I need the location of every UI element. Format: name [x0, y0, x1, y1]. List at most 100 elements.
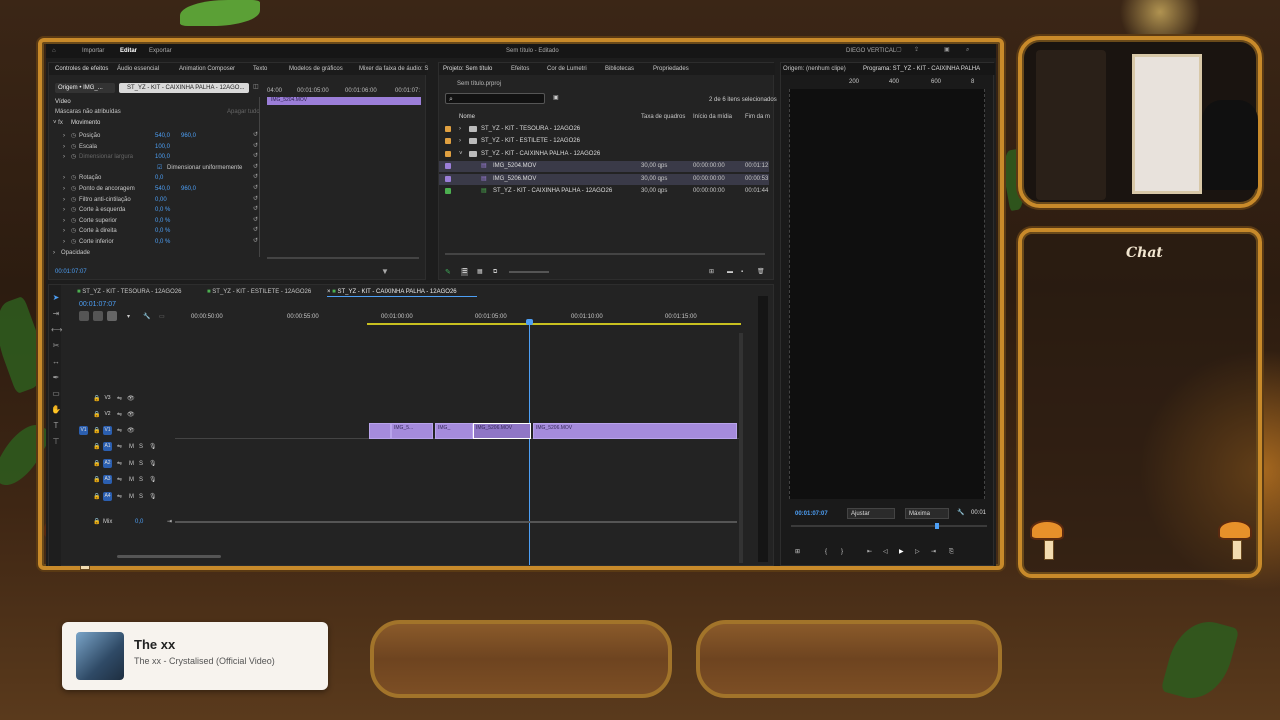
property-value[interactable]: 0,0 % — [155, 218, 170, 224]
lock-icon[interactable]: 🔒 — [93, 412, 100, 418]
expand-opacity-icon[interactable]: › — [53, 250, 55, 256]
label-color-swatch[interactable] — [445, 126, 451, 132]
lock-icon[interactable]: 🔒 — [93, 494, 100, 500]
project-item-clip[interactable]: ▤ IMG_5206.MOV 30,00 qps 00:00:00:00 00:00:5… — [439, 173, 769, 185]
property-value[interactable]: 540,0 — [155, 133, 170, 139]
disclosure-icon[interactable]: › — [459, 126, 461, 132]
search-icon[interactable]: ⌕ — [966, 47, 969, 53]
eye-icon[interactable]: 👁 — [127, 396, 135, 402]
track-name[interactable]: V2 — [103, 410, 112, 419]
reset-icon[interactable]: ↺ — [253, 196, 258, 202]
caption-tool-icon[interactable]: ⊤ — [51, 437, 61, 447]
slip-tool-icon[interactable]: ↔ — [51, 357, 61, 367]
solo-icon[interactable]: S — [139, 494, 143, 500]
hand-tool-icon[interactable]: ✋ — [51, 405, 61, 415]
expand-icon[interactable]: › — [63, 186, 65, 192]
mic-icon[interactable]: 🎙 — [149, 477, 157, 483]
fit-dropdown[interactable]: Ajustar — [847, 508, 895, 519]
sync-lock-icon[interactable]: ⇋ — [117, 477, 122, 483]
menu-importar[interactable]: Importar — [82, 48, 104, 54]
mute-icon[interactable]: M — [129, 477, 134, 483]
property-value[interactable]: 0,0 % — [155, 207, 170, 213]
stopwatch-icon[interactable]: ◷ — [71, 144, 76, 150]
stopwatch-icon[interactable]: ◷ — [71, 154, 76, 160]
label-color-swatch[interactable] — [445, 150, 451, 157]
col-fps[interactable]: Taxa de quadros — [641, 114, 685, 120]
settings-icon[interactable]: 🔧 — [143, 314, 150, 320]
effect-opacidade[interactable]: Opacidade — [61, 250, 90, 256]
reset-icon[interactable]: ↺ — [253, 185, 258, 191]
stopwatch-icon[interactable]: ◷ — [71, 228, 76, 234]
effect-clip-bar[interactable]: IMG_5204.MOV — [267, 97, 421, 105]
track-name[interactable]: A2 — [103, 458, 112, 468]
project-scrollbar[interactable] — [445, 253, 765, 255]
mic-icon[interactable]: 🎙 — [149, 461, 157, 467]
reset-icon[interactable]: ↺ — [253, 227, 258, 233]
expand-icon[interactable]: › — [63, 154, 65, 160]
mute-icon[interactable]: M — [129, 494, 134, 500]
sync-lock-icon[interactable]: ⇋ — [117, 444, 122, 450]
sync-lock-icon[interactable]: ⇋ — [117, 428, 122, 434]
effects-timecode[interactable]: 00:01:07:07 — [55, 269, 87, 275]
stopwatch-icon[interactable]: ◷ — [71, 186, 76, 192]
expand-icon[interactable]: › — [63, 133, 65, 139]
pen-tool-icon[interactable]: ✒ — [51, 373, 61, 383]
timeline-clip[interactable]: IMG_ — [435, 423, 473, 439]
stopwatch-icon[interactable]: ◷ — [71, 218, 76, 224]
stopwatch-icon[interactable]: ◷ — [71, 175, 76, 181]
tab-essential-audio[interactable]: Áudio essencial — [117, 66, 159, 72]
lock-icon[interactable]: 🔒 — [93, 461, 100, 467]
reset-icon[interactable]: ↺ — [253, 164, 258, 170]
stopwatch-icon[interactable]: ◷ — [71, 133, 76, 139]
track-name[interactable]: A3 — [103, 475, 112, 484]
mark-in-icon[interactable]: { — [825, 549, 827, 555]
mini-scrollbar[interactable] — [267, 257, 419, 259]
source-patch-v1[interactable]: V1 — [79, 426, 88, 435]
sync-lock-icon[interactable]: ⇋ — [117, 461, 122, 467]
sync-lock-icon[interactable]: ⇋ — [117, 412, 122, 418]
trash-icon[interactable]: 🗑 — [757, 269, 765, 275]
new-bin-icon[interactable]: ▣ — [553, 95, 559, 101]
stopwatch-icon[interactable]: ◷ — [71, 207, 76, 213]
playhead-marker[interactable] — [935, 523, 939, 529]
tab-text[interactable]: Texto — [253, 66, 267, 72]
solo-icon[interactable]: S — [139, 444, 143, 450]
track-name[interactable]: V3 — [103, 394, 112, 403]
tab-animation-composer[interactable]: Animation Composer — [179, 66, 235, 72]
reset-icon[interactable]: ↺ — [253, 132, 258, 138]
program-video-canvas[interactable] — [789, 89, 985, 499]
reset-icon[interactable]: ↺ — [253, 206, 258, 212]
step-forward-icon[interactable]: ▷ — [915, 549, 920, 555]
clear-all-button[interactable]: Apagar tudo — [227, 109, 260, 115]
timeline-clip[interactable] — [369, 423, 391, 439]
tab-seq-tesoura[interactable]: ■ ST_YZ - KIT - TESOURA - 12AGO26 — [77, 289, 181, 295]
rectangle-tool-icon[interactable]: ▭ — [51, 389, 61, 399]
disclosure-icon[interactable]: ˅ — [459, 151, 463, 157]
project-item-folder[interactable]: ˅ ST_YZ - KIT - CAIXINHA PALHA - 12AGO26 — [439, 149, 769, 160]
tab-seq-estilete[interactable]: ■ ST_YZ - KIT - ESTILETE - 12AGO26 — [207, 289, 311, 295]
lock-icon[interactable]: 🔒 — [93, 444, 100, 450]
bin-icon[interactable]: ▬ — [727, 269, 733, 275]
expand-icon[interactable]: › — [63, 175, 65, 181]
project-item-folder[interactable]: › ST_YZ - KIT - ESTILETE - 12AGO26 — [439, 136, 769, 147]
tab-audio-mixer[interactable]: Mixer da faixa de áudio: S — [359, 66, 428, 72]
mic-icon[interactable]: 🎙 — [149, 444, 157, 450]
track-name[interactable]: V1 — [103, 426, 112, 435]
razor-tool-icon[interactable]: ✂ — [51, 341, 61, 351]
nest-toggle-icon[interactable] — [79, 311, 89, 321]
effect-movimento[interactable]: Movimento — [71, 120, 100, 126]
export-frame-icon[interactable]: ⎘ — [949, 549, 954, 555]
quality-dropdown[interactable]: Máxima — [905, 508, 949, 519]
automate-icon[interactable]: ⊞ — [709, 269, 714, 275]
stopwatch-icon[interactable]: ◷ — [71, 197, 76, 203]
disclosure-icon[interactable]: › — [459, 138, 461, 144]
reset-icon[interactable]: ↺ — [253, 174, 258, 180]
lock-icon[interactable]: 🔒 — [93, 396, 100, 402]
source-dropdown[interactable]: Origem • IMG_... — [55, 83, 115, 93]
track-name[interactable]: A4 — [103, 491, 112, 501]
tab-source-monitor[interactable]: Origem: (nenhum clipe) — [783, 66, 846, 72]
timeline-clip[interactable]: IMG_5206.MOV — [533, 423, 737, 439]
go-to-out-icon[interactable]: ⇥ — [931, 549, 936, 555]
add-marker-icon[interactable]: ▾ — [127, 314, 130, 320]
reset-icon[interactable]: ↺ — [253, 143, 258, 149]
